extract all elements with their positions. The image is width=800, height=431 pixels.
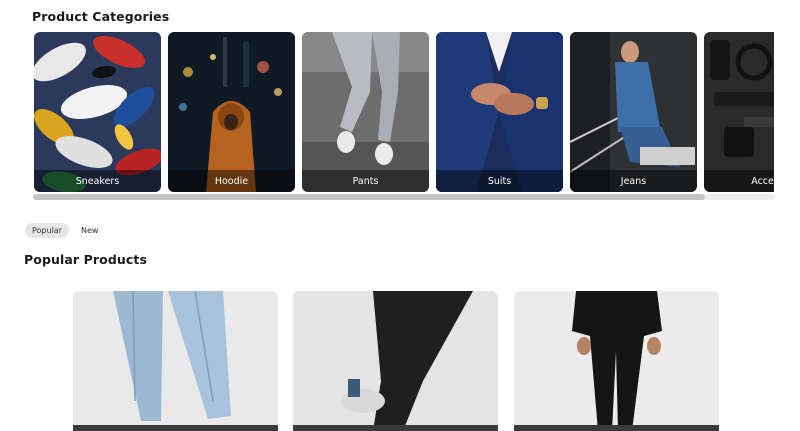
product-card[interactable] bbox=[293, 291, 498, 431]
category-label: Sneakers bbox=[75, 175, 120, 187]
category-card-hoodie[interactable]: Hoodie bbox=[168, 32, 295, 192]
category-label-bar: Jeans bbox=[570, 170, 697, 192]
product-card[interactable] bbox=[73, 291, 278, 431]
category-label-bar: Access bbox=[704, 170, 774, 192]
product-jeans-image bbox=[73, 291, 278, 431]
category-card-pants[interactable]: Pants bbox=[302, 32, 429, 192]
hoodie-image bbox=[168, 32, 295, 192]
category-card-suits[interactable]: Suits bbox=[436, 32, 563, 192]
popular-products-heading: Popular Products bbox=[24, 252, 148, 267]
product-black-jeans-image bbox=[293, 291, 498, 431]
product-categories-heading: Product Categories bbox=[32, 9, 170, 24]
category-label-bar: Hoodie bbox=[168, 170, 295, 192]
category-label-bar: Suits bbox=[436, 170, 563, 192]
category-label: Suits bbox=[487, 175, 512, 187]
category-label-bar: Sneakers bbox=[34, 170, 161, 192]
jeans-image bbox=[570, 32, 697, 192]
category-carousel-scrollbar[interactable] bbox=[33, 194, 775, 200]
filter-chip-popular[interactable]: Popular bbox=[25, 223, 69, 238]
product-card[interactable] bbox=[514, 291, 719, 431]
sneakers-image bbox=[34, 32, 161, 192]
category-card-accessories[interactable]: Access bbox=[704, 32, 774, 192]
category-card-sneakers[interactable]: Sneakers bbox=[34, 32, 161, 192]
category-label-bar: Pants bbox=[302, 170, 429, 192]
suits-image bbox=[436, 32, 563, 192]
accessories-image bbox=[704, 32, 774, 192]
category-carousel[interactable]: Sneakers Hoodie Pants Suits Jeans Acce bbox=[34, 32, 774, 192]
filter-chip-new[interactable]: New bbox=[74, 223, 105, 238]
product-black-tracksuit-image bbox=[514, 291, 719, 431]
pants-image bbox=[302, 32, 429, 192]
category-label: Jeans bbox=[620, 175, 647, 187]
category-label: Access bbox=[751, 175, 774, 187]
category-label: Hoodie bbox=[214, 175, 249, 187]
scrollbar-thumb[interactable] bbox=[33, 194, 705, 200]
category-label: Pants bbox=[352, 175, 379, 187]
category-card-jeans[interactable]: Jeans bbox=[570, 32, 697, 192]
